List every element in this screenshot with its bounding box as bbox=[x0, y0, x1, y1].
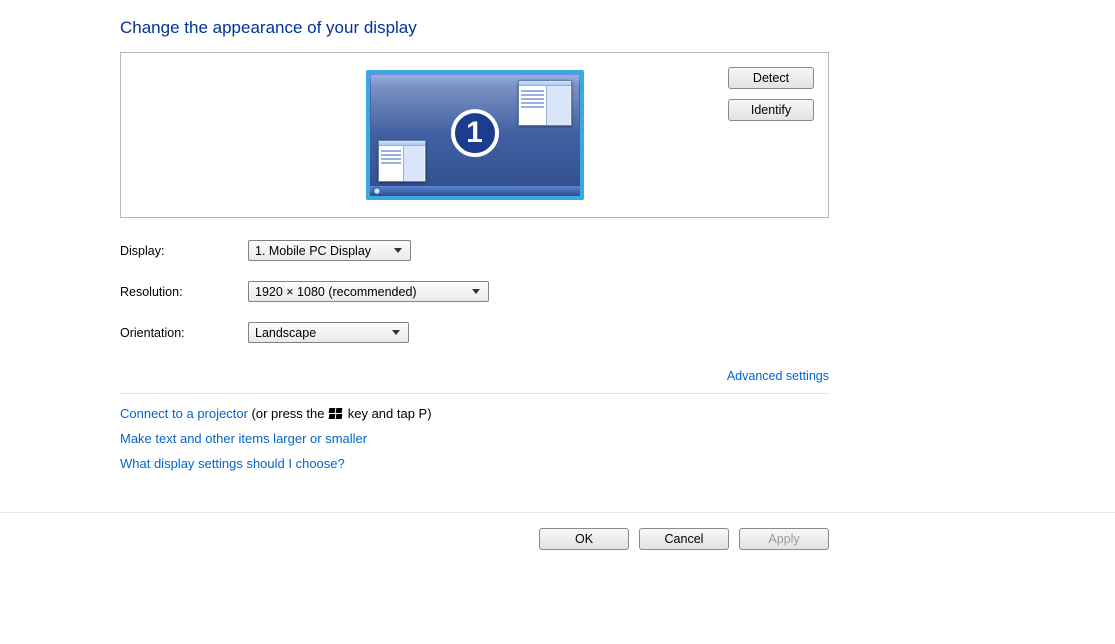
orientation-label: Orientation: bbox=[120, 326, 248, 340]
text-size-link[interactable]: Make text and other items larger or smal… bbox=[120, 431, 367, 446]
display-label: Display: bbox=[120, 244, 248, 258]
windows-key-icon bbox=[329, 408, 343, 420]
identify-button[interactable]: Identify bbox=[728, 99, 814, 121]
action-bar-divider bbox=[0, 512, 1115, 513]
projector-hint-text-b: key and tap P) bbox=[344, 406, 431, 421]
orientation-dropdown-value: Landscape bbox=[255, 326, 316, 340]
connect-projector-link[interactable]: Connect to a projector bbox=[120, 406, 248, 421]
resolution-label: Resolution: bbox=[120, 285, 248, 299]
cancel-button[interactable]: Cancel bbox=[639, 528, 729, 550]
display-dropdown-value: 1. Mobile PC Display bbox=[255, 244, 371, 258]
chevron-down-icon bbox=[392, 330, 400, 335]
mini-window-icon bbox=[378, 140, 426, 182]
resolution-dropdown-value: 1920 × 1080 (recommended) bbox=[255, 285, 417, 299]
monitor-number-badge: 1 bbox=[451, 109, 499, 157]
display-dropdown[interactable]: 1. Mobile PC Display bbox=[248, 240, 411, 261]
chevron-down-icon bbox=[472, 289, 480, 294]
ok-button[interactable]: OK bbox=[539, 528, 629, 550]
help-link[interactable]: What display settings should I choose? bbox=[120, 456, 345, 471]
apply-button[interactable]: Apply bbox=[739, 528, 829, 550]
advanced-settings-link[interactable]: Advanced settings bbox=[727, 369, 829, 383]
page-title: Change the appearance of your display bbox=[120, 18, 1115, 38]
projector-hint-text-a: (or press the bbox=[248, 406, 328, 421]
monitor-taskbar-icon bbox=[370, 186, 580, 196]
mini-window-icon bbox=[518, 80, 572, 126]
chevron-down-icon bbox=[394, 248, 402, 253]
monitor-thumbnail-1[interactable]: 1 bbox=[366, 70, 584, 200]
resolution-dropdown[interactable]: 1920 × 1080 (recommended) bbox=[248, 281, 489, 302]
divider bbox=[120, 393, 829, 394]
display-preview-area: 1 Detect Identify bbox=[120, 52, 829, 218]
orientation-dropdown[interactable]: Landscape bbox=[248, 322, 409, 343]
detect-button[interactable]: Detect bbox=[728, 67, 814, 89]
